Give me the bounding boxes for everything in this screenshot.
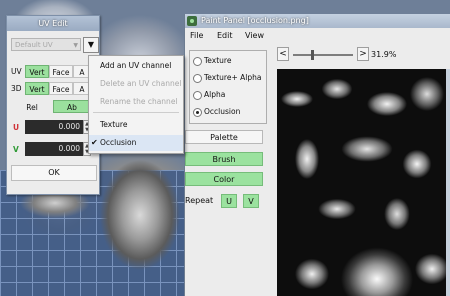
u-label: U: [13, 123, 20, 132]
paint-panel-title: Paint Panel [occlusion.png]: [201, 16, 309, 25]
menu-edit[interactable]: Edit: [217, 31, 233, 40]
menu-view[interactable]: View: [245, 31, 264, 40]
zoom-control: < > 31.9%: [277, 47, 447, 63]
app-icon: [187, 16, 197, 26]
zoom-slider-thumb[interactable]: [311, 50, 314, 60]
channel-menu-button[interactable]: ▼: [83, 37, 99, 53]
uv-channel-row: Default UV ▼ ▼: [11, 37, 99, 53]
paint-panel-window: Paint Panel [occlusion.png] File Edit Vi…: [184, 14, 450, 296]
menu-rename-channel: Rename the channel: [100, 97, 178, 106]
menu-delete-uv-channel: Delete an UV channel: [100, 79, 182, 88]
radio-selected-icon: [193, 108, 202, 117]
paint-sidebar: Texture Texture+ Alpha Alpha Occlusion P…: [185, 44, 271, 296]
chevron-down-icon: ▼: [73, 42, 78, 49]
mode-alpha-radio[interactable]: Alpha: [193, 88, 267, 102]
menu-bar: File Edit View: [185, 29, 450, 43]
radio-icon: [193, 91, 202, 100]
uv-row-label: UV: [11, 67, 22, 76]
rel-toggle[interactable]: Rel: [11, 100, 53, 113]
menu-separator: [93, 112, 179, 113]
uv-vert-toggle[interactable]: Vert: [25, 65, 49, 78]
occlusion-map-image: [277, 69, 450, 296]
3d-vert-toggle[interactable]: Vert: [25, 82, 49, 95]
palette-button[interactable]: Palette: [185, 130, 263, 144]
u-value-field[interactable]: 0.000: [25, 120, 83, 134]
3d-row-label: 3D: [11, 84, 22, 93]
uv-edit-window: UV Edit Default UV ▼ ▼ UV Vert Face A 3D…: [6, 15, 100, 195]
dropdown-arrow-icon: ▼: [87, 40, 95, 49]
mode-texture-alpha-radio[interactable]: Texture+ Alpha: [193, 71, 267, 85]
mode-texture-radio[interactable]: Texture: [193, 54, 267, 68]
menu-file[interactable]: File: [190, 31, 203, 40]
model-body: [95, 155, 185, 275]
brush-button[interactable]: Brush: [185, 152, 263, 166]
zoom-value: 31.9%: [371, 50, 397, 59]
uv-channel-value: Default UV: [15, 41, 53, 49]
3d-face-toggle[interactable]: Face: [49, 82, 73, 95]
v-label: V: [13, 145, 19, 154]
ok-button[interactable]: OK: [11, 165, 97, 181]
zoom-slider[interactable]: [293, 50, 353, 60]
ab-toggle[interactable]: Ab: [53, 100, 91, 113]
v-value-field[interactable]: 0.000: [25, 142, 83, 156]
mode-occlusion-label: Occlusion: [204, 107, 241, 116]
uv-face-toggle[interactable]: Face: [49, 65, 73, 78]
mode-texture-label: Texture: [204, 56, 232, 65]
repeat-label: Repeat: [185, 196, 214, 205]
mode-occlusion-radio[interactable]: Occlusion: [193, 105, 267, 119]
repeat-u-toggle[interactable]: U: [221, 194, 237, 208]
uv-channel-select[interactable]: Default UV ▼: [11, 38, 81, 51]
menu-occlusion[interactable]: ✔ Occlusion: [89, 135, 183, 151]
mode-texture-alpha-label: Texture+ Alpha: [204, 73, 262, 82]
menu-occlusion-label: Occlusion: [100, 138, 137, 147]
mode-alpha-label: Alpha: [204, 90, 226, 99]
menu-texture[interactable]: Texture: [89, 117, 183, 133]
checkmark-icon: ✔: [91, 138, 98, 147]
radio-icon: [193, 74, 202, 83]
zoom-in-button[interactable]: >: [357, 47, 369, 61]
color-button[interactable]: Color: [185, 172, 263, 186]
channel-context-menu: Add an UV channel Delete an UV channel R…: [88, 55, 184, 154]
paint-mode-group: Texture Texture+ Alpha Alpha Occlusion: [189, 50, 267, 124]
texture-canvas[interactable]: [277, 69, 450, 296]
zoom-out-button[interactable]: <: [277, 47, 289, 61]
radio-icon: [193, 57, 202, 66]
uv-edit-titlebar[interactable]: UV Edit: [7, 16, 99, 31]
paint-panel-titlebar[interactable]: Paint Panel [occlusion.png]: [185, 14, 450, 28]
window-edge: [446, 69, 450, 296]
menu-add-uv-channel[interactable]: Add an UV channel: [89, 58, 183, 74]
repeat-v-toggle[interactable]: V: [243, 194, 259, 208]
